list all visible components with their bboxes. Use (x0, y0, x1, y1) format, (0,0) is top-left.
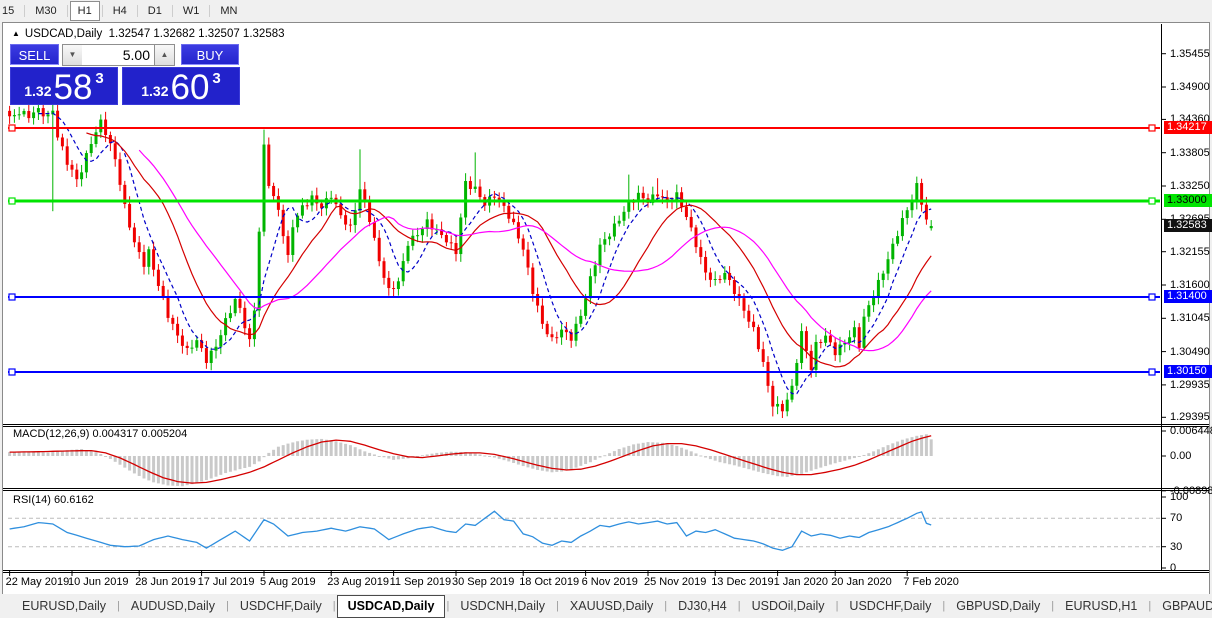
chart-title: ▲ USDCAD,Daily 1.32547 1.32682 1.32507 1.… (12, 28, 285, 40)
macd-tick-label: 0.00 (1170, 450, 1191, 462)
price-tick-label: 1.34900 (1170, 81, 1210, 93)
toolbar-separator (137, 5, 138, 17)
tab-separator: | (942, 600, 945, 612)
price-tick-label: 1.29935 (1170, 379, 1210, 391)
toolbar-separator (24, 5, 25, 17)
tab-separator: | (1148, 600, 1151, 612)
tab-separator: | (117, 600, 120, 612)
chart-tab-usdcad-daily[interactable]: USDCAD,Daily (337, 595, 446, 618)
timeframe-button-h4[interactable]: H4 (105, 1, 135, 21)
tab-separator: | (226, 600, 229, 612)
date-tick-label: 25 Nov 2019 (644, 576, 706, 588)
date-tick-label: 11 Sep 2019 (390, 576, 452, 588)
chart-tab-usdoil-daily[interactable]: USDOil,Daily (742, 596, 835, 617)
chart-tab-usdchf-daily[interactable]: USDCHF,Daily (839, 596, 941, 617)
level-price-tag: 1.30150 (1164, 365, 1212, 378)
chart-tab-bar: EURUSD,Daily|AUDUSD,Daily|USDCHF,Daily|U… (0, 594, 1212, 618)
toolbar-separator (209, 5, 210, 17)
price-tick-label: 1.32155 (1170, 246, 1210, 258)
date-tick-label: 5 Aug 2019 (260, 576, 316, 588)
rsi-indicator-title: RSI(14) 60.6162 (13, 494, 94, 506)
timeframe-button-mn[interactable]: MN (212, 1, 245, 21)
timeframe-button-w1[interactable]: W1 (175, 1, 208, 21)
tab-separator: | (664, 600, 667, 612)
toolbar-separator (102, 5, 103, 17)
chart-tab-eurusd-h1[interactable]: EURUSD,H1 (1055, 596, 1147, 617)
chart-tab-dj30-h4[interactable]: DJ30,H4 (668, 596, 737, 617)
level-price-tag: 1.34217 (1164, 121, 1212, 134)
tab-separator: | (738, 600, 741, 612)
chart-tab-usdchf-daily[interactable]: USDCHF,Daily (230, 596, 332, 617)
sell-price-big: 58 (53, 71, 92, 104)
rsi-tick-label: 0 (1170, 562, 1176, 574)
macd-indicator-title: MACD(12,26,9) 0.004317 0.005204 (13, 428, 187, 440)
date-tick-label: 30 Sep 2019 (452, 576, 514, 588)
price-tick-label: 1.29395 (1170, 411, 1210, 423)
date-tick-label: 22 May 2019 (6, 576, 70, 588)
chart-tab-gbpusd-daily[interactable]: GBPUSD,Daily (946, 596, 1050, 617)
date-tick-label: 28 Jun 2019 (135, 576, 196, 588)
collapse-triangle-icon[interactable]: ▲ (12, 29, 20, 38)
chart-tab-gbpaud-h1[interactable]: GBPAUD,H1 (1152, 596, 1212, 617)
price-tick-label: 1.33805 (1170, 147, 1210, 159)
date-tick-label: 18 Oct 2019 (519, 576, 579, 588)
date-tick-label: 1 Jan 2020 (774, 576, 828, 588)
volume-increase-button[interactable]: ▲ (154, 44, 175, 66)
price-tick-label: 1.35455 (1170, 48, 1210, 60)
symbol-period-label: USDCAD,Daily (25, 28, 102, 40)
one-click-trading-panel: SELL ▼ ▲ BUY 1.32 58 3 1.32 60 3 (10, 44, 240, 105)
sell-price-small: 1.32 (24, 83, 51, 99)
chart-tab-audusd-daily[interactable]: AUDUSD,Daily (121, 596, 225, 617)
volume-input[interactable] (82, 44, 155, 66)
chart-tab-usdcnh-daily[interactable]: USDCNH,Daily (450, 596, 555, 617)
buy-button[interactable]: BUY (181, 44, 239, 65)
level-price-tag: 1.31400 (1164, 290, 1212, 303)
timeframe-button-h1[interactable]: H1 (70, 1, 100, 21)
date-tick-label: 13 Dec 2019 (711, 576, 773, 588)
ohlc-values: 1.32547 1.32682 1.32507 1.32583 (109, 28, 285, 40)
timeframe-button-d1[interactable]: D1 (140, 1, 170, 21)
tab-separator: | (333, 600, 336, 612)
tab-separator: | (446, 600, 449, 612)
rsi-tick-label: 100 (1170, 491, 1188, 503)
buy-price-big: 60 (170, 71, 209, 104)
timeframe-button-m30[interactable]: M30 (27, 1, 64, 21)
tab-separator: | (836, 600, 839, 612)
sell-button[interactable]: SELL (10, 44, 59, 65)
toolbar-separator (67, 5, 68, 17)
current-price-tag: 1.32583 (1164, 219, 1212, 232)
tab-separator: | (556, 600, 559, 612)
chart-tab-eurusd-daily[interactable]: EURUSD,Daily (12, 596, 116, 617)
sell-price-display[interactable]: 1.32 58 3 (10, 67, 118, 105)
price-tick-label: 1.31045 (1170, 312, 1210, 324)
chart-tab-xauusd-daily[interactable]: XAUUSD,Daily (560, 596, 663, 617)
sell-price-sup: 3 (95, 70, 103, 87)
date-tick-label: 23 Aug 2019 (327, 576, 389, 588)
rsi-tick-label: 30 (1170, 541, 1182, 553)
chart-window (2, 22, 1210, 595)
date-tick-label: 7 Feb 2020 (903, 576, 959, 588)
buy-price-display[interactable]: 1.32 60 3 (122, 67, 240, 105)
volume-decrease-button[interactable]: ▼ (62, 44, 83, 66)
rsi-tick-label: 70 (1170, 512, 1182, 524)
date-tick-label: 20 Jan 2020 (831, 576, 892, 588)
price-tick-label: 1.30490 (1170, 346, 1210, 358)
buy-price-small: 1.32 (141, 83, 168, 99)
mt4-terminal: 15M30 H1H4D1W1MN ▲ USDCAD,Daily 1.32547 1.… (0, 0, 1212, 618)
price-tick-label: 1.33250 (1170, 180, 1210, 192)
date-tick-label: 10 Jun 2019 (68, 576, 129, 588)
macd-tick-label: 0.006448 (1170, 425, 1212, 437)
buy-price-sup: 3 (212, 70, 220, 87)
date-tick-label: 17 Jul 2019 (198, 576, 255, 588)
timeframe-button-15[interactable]: 15 (0, 1, 22, 21)
date-tick-label: 6 Nov 2019 (582, 576, 638, 588)
timeframe-toolbar: 15M30 H1H4D1W1MN (0, 0, 1206, 22)
level-price-tag: 1.33000 (1164, 194, 1212, 207)
toolbar-separator (172, 5, 173, 17)
tab-separator: | (1051, 600, 1054, 612)
